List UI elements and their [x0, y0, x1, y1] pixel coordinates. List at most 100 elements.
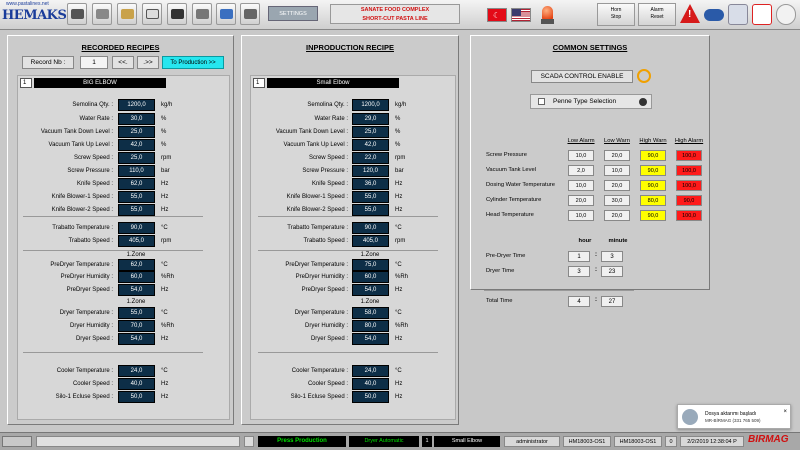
phone-icon[interactable] [752, 4, 772, 25]
exit-icon[interactable] [776, 4, 796, 25]
alarm-value-box[interactable]: 20,0 [604, 210, 630, 221]
alarm-value-box[interactable]: 10,0 [568, 150, 594, 161]
alarm-value-box[interactable]: 30,0 [604, 195, 630, 206]
scada-enable-button[interactable]: SCADA CONTROL ENABLE [531, 70, 633, 83]
printer-icon[interactable] [728, 4, 748, 25]
param-value[interactable]: 29,0 [352, 113, 389, 125]
param-value[interactable]: 80,0 [352, 320, 389, 332]
alarm-value-box[interactable]: 10,0 [568, 180, 594, 191]
press-machine-icon[interactable] [67, 3, 87, 25]
conveyor-icon[interactable] [92, 3, 112, 25]
record-nb-value[interactable]: 1 [80, 56, 108, 69]
alarm-value-box[interactable]: 2,0 [568, 165, 594, 176]
param-value[interactable]: 70,0 [118, 320, 155, 332]
station-status-1: HM18003-OS1 [563, 436, 611, 447]
param-value[interactable]: 55,0 [352, 204, 389, 216]
notification-line-2: MR-BİRMAG (331 765 509) [705, 418, 761, 423]
birmag-logo: BIRMAG [748, 434, 789, 445]
param-value[interactable]: 40,0 [352, 378, 389, 390]
param-unit: %Rh [161, 274, 175, 280]
param-value[interactable]: 54,0 [352, 284, 389, 296]
alarm-value-box[interactable]: 100,0 [676, 165, 702, 176]
param-value[interactable]: 50,0 [118, 391, 155, 403]
penne-selection-box[interactable]: Penne Type Selection [530, 94, 652, 109]
panel-icon[interactable] [192, 3, 212, 25]
alarm-value-box[interactable]: 20,0 [568, 195, 594, 206]
alarm-value-box[interactable]: 20,0 [604, 180, 630, 191]
warning-icon[interactable]: ! [680, 4, 701, 25]
param-value[interactable]: 62,0 [118, 259, 155, 271]
param-value[interactable]: 1200,0 [352, 99, 389, 111]
alarm-reset-button[interactable]: Alarm Reset [638, 3, 676, 26]
param-value[interactable]: 36,0 [352, 178, 389, 190]
predryer-minute[interactable]: 3 [601, 251, 623, 262]
param-value[interactable]: 110,0 [118, 165, 155, 177]
param-value[interactable]: 55,0 [352, 191, 389, 203]
param-value[interactable]: 60,0 [118, 271, 155, 283]
alarm-value-box[interactable]: 90,0 [640, 210, 666, 221]
dryer-icon[interactable] [117, 3, 137, 25]
recipe-icon[interactable] [142, 3, 162, 25]
alarm-value-box[interactable]: 10,0 [604, 165, 630, 176]
tools-icon[interactable] [240, 3, 260, 25]
turkish-flag-icon[interactable]: ☾ [487, 8, 507, 22]
to-production-button[interactable]: To Production >> [162, 56, 224, 69]
param-value[interactable]: 54,0 [118, 284, 155, 296]
param-value[interactable]: 25,0 [352, 126, 389, 138]
param-value[interactable]: 42,0 [352, 139, 389, 151]
us-flag-icon[interactable] [511, 8, 531, 22]
param-value[interactable]: 54,0 [118, 333, 155, 345]
param-value[interactable]: 62,0 [118, 178, 155, 190]
network-icon[interactable] [704, 9, 724, 21]
log-icon[interactable] [244, 436, 254, 447]
power-icon[interactable] [637, 69, 651, 83]
settings-button[interactable]: SETTINGS [268, 6, 318, 21]
penne-checkbox[interactable] [538, 98, 545, 105]
param-value[interactable]: 55,0 [118, 191, 155, 203]
alarm-value-box[interactable]: 90,0 [640, 165, 666, 176]
alarm-value-box[interactable]: 80,0 [640, 195, 666, 206]
dryer-minute[interactable]: 23 [601, 266, 623, 277]
alarm-value-box[interactable]: 10,0 [568, 210, 594, 221]
file-transfer-notification[interactable]: Dosya aktarımı başladı MR-BİRMAG (331 76… [677, 404, 791, 429]
param-value[interactable]: 1200,0 [118, 99, 155, 111]
alarm-value-box[interactable]: 100,0 [676, 150, 702, 161]
param-value[interactable]: 120,0 [352, 165, 389, 177]
param-value[interactable]: 30,0 [118, 113, 155, 125]
alarm-value-box[interactable]: 90,0 [640, 180, 666, 191]
alarm-value-box[interactable]: 90,0 [640, 150, 666, 161]
trend-icon[interactable] [167, 3, 187, 25]
param-value[interactable]: 22,0 [352, 152, 389, 164]
param-value[interactable]: 90,0 [118, 222, 155, 234]
param-value[interactable]: 90,0 [352, 222, 389, 234]
param-value[interactable]: 75,0 [352, 259, 389, 271]
param-value[interactable]: 25,0 [118, 152, 155, 164]
param-value[interactable]: 405,0 [352, 235, 389, 247]
alarm-value-box[interactable]: 100,0 [676, 180, 702, 191]
param-value[interactable]: 55,0 [118, 204, 155, 216]
predryer-time-label: Pre-Dryer Time [486, 253, 526, 259]
param-value[interactable]: 60,0 [352, 271, 389, 283]
param-unit: %Rh [161, 323, 175, 329]
prev-record-button[interactable]: <<. [112, 56, 134, 69]
param-value[interactable]: 40,0 [118, 378, 155, 390]
param-value[interactable]: 42,0 [118, 139, 155, 151]
predryer-hour[interactable]: 1 [568, 251, 590, 262]
param-value[interactable]: 405,0 [118, 235, 155, 247]
param-value[interactable]: 58,0 [352, 307, 389, 319]
param-value[interactable]: 54,0 [352, 333, 389, 345]
param-value[interactable]: 55,0 [118, 307, 155, 319]
horn-stop-button[interactable]: Horn Stop [597, 3, 635, 26]
taskbar-icons[interactable] [2, 436, 32, 447]
alarm-value-box[interactable]: 100,0 [676, 210, 702, 221]
dryer-hour[interactable]: 3 [568, 266, 590, 277]
monitor-icon[interactable] [216, 3, 236, 25]
param-value[interactable]: 50,0 [352, 391, 389, 403]
next-record-button[interactable]: .>> [137, 56, 159, 69]
notification-close-icon[interactable]: × [783, 409, 787, 415]
param-value[interactable]: 25,0 [118, 126, 155, 138]
param-value[interactable]: 24,0 [352, 365, 389, 377]
param-value[interactable]: 24,0 [118, 365, 155, 377]
alarm-value-box[interactable]: 20,0 [604, 150, 630, 161]
alarm-value-box[interactable]: 90,0 [676, 195, 702, 206]
